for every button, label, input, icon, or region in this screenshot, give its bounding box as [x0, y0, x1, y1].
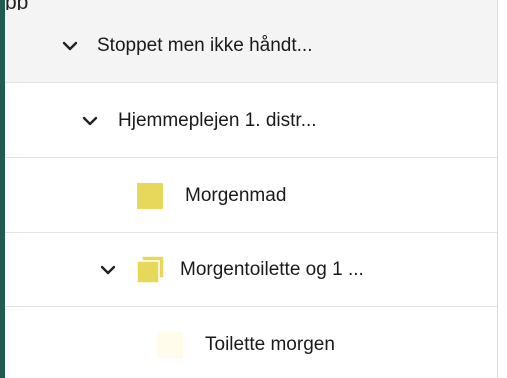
tree-panel: pp Stoppet men ikke håndt... Hjemmepleje…: [0, 0, 507, 378]
tree-row-morgenmad[interactable]: Morgenmad: [5, 160, 497, 233]
tree-row-label: Morgenmad: [185, 185, 287, 206]
tree-row-hjemmeplejen[interactable]: Hjemmeplejen 1. distr...: [5, 85, 497, 158]
chevron-down-icon[interactable]: [62, 38, 78, 54]
tree-row-label: Toilette morgen: [205, 333, 335, 355]
tree-row-label: Stoppet men ikke håndt...: [97, 35, 313, 56]
tree-row-morgentoilette[interactable]: Morgentoilette og 1 ...: [5, 234, 497, 307]
tree-row-label: Hjemmeplejen 1. distr...: [118, 110, 317, 131]
chevron-down-icon[interactable]: [100, 262, 116, 278]
tree-row-stoppet[interactable]: Stoppet men ikke håndt...: [5, 10, 497, 83]
tree-row-toilette-morgen[interactable]: Toilette morgen: [5, 308, 497, 378]
pale-task-square-icon: [157, 331, 183, 358]
stacked-tasks-icon: [136, 255, 166, 285]
previous-row-cutoff: pp: [5, 0, 497, 14]
panel-divider: [497, 0, 498, 378]
task-square-icon: [137, 183, 163, 209]
tree-row-label: Morgentoilette og 1 ...: [180, 259, 364, 280]
chevron-down-icon[interactable]: [82, 113, 98, 129]
